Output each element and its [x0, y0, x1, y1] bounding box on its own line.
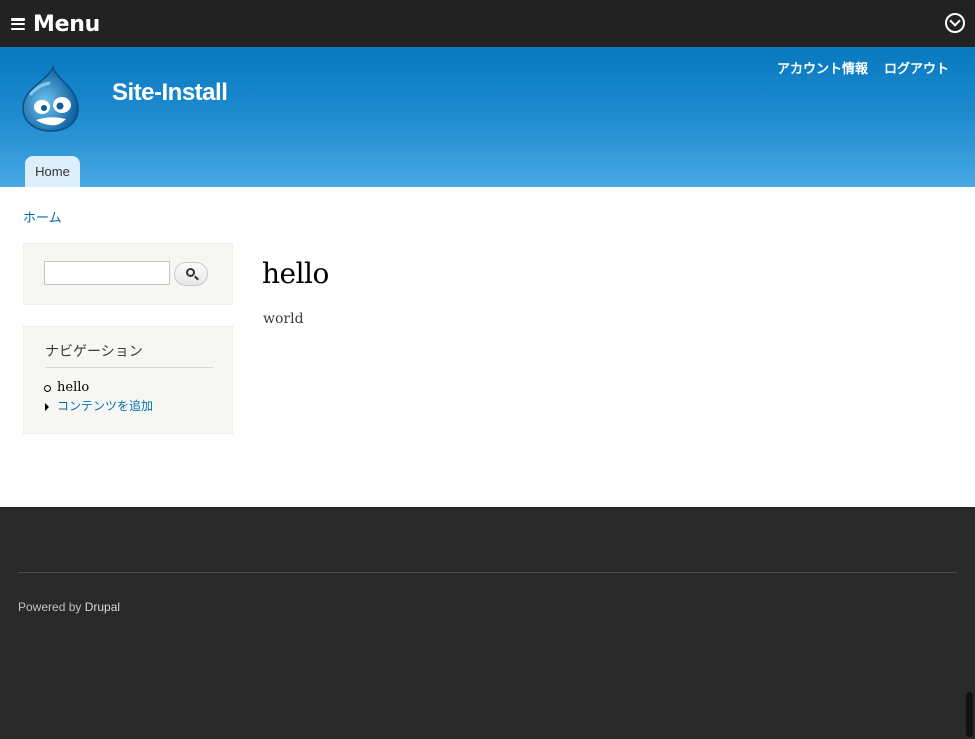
- secondary-menu: アカウント情報 ログアウト: [777, 58, 949, 77]
- navigation-list: hello コンテンツを追加: [44, 378, 153, 416]
- scrollbar-thumb[interactable]: [966, 692, 973, 737]
- nav-item-hello[interactable]: hello: [44, 378, 153, 397]
- site-header: Site-Install アカウント情報 ログアウト Home: [0, 47, 975, 187]
- site-name[interactable]: Site-Install: [112, 79, 228, 107]
- nav-item-add-content: コンテンツを追加: [44, 397, 153, 416]
- search-icon: [186, 268, 195, 277]
- drupal-logo-icon[interactable]: [20, 65, 82, 133]
- page-title: hello: [262, 257, 329, 290]
- search-button[interactable]: [174, 262, 208, 286]
- footer-divider: [18, 572, 957, 573]
- menu-button[interactable]: Menu: [11, 9, 100, 39]
- main-content-area: ホーム ナビゲーション hello コンテンツを追加 hello world: [0, 187, 975, 507]
- navigation-block: ナビゲーション hello コンテンツを追加: [23, 326, 233, 434]
- menu-label: Menu: [33, 11, 100, 37]
- admin-toolbar: Menu: [0, 0, 975, 47]
- tab-home[interactable]: Home: [25, 156, 80, 187]
- main-menu: Home: [25, 156, 80, 187]
- navigation-title: ナビゲーション: [45, 341, 213, 368]
- node-body: world: [263, 311, 304, 327]
- search-block: [23, 243, 233, 305]
- search-input[interactable]: [44, 261, 170, 285]
- toolbar-toggle-icon[interactable]: [945, 13, 965, 33]
- site-footer: Powered by Drupal: [0, 507, 975, 739]
- powered-by: Powered by Drupal: [18, 600, 120, 614]
- breadcrumb-home-link[interactable]: ホーム: [23, 207, 62, 226]
- drupal-link[interactable]: Drupal: [85, 600, 120, 614]
- add-content-link[interactable]: コンテンツを追加: [57, 399, 153, 413]
- logout-link[interactable]: ログアウト: [884, 58, 949, 77]
- account-info-link[interactable]: アカウント情報: [777, 58, 868, 77]
- powered-by-text: Powered by: [18, 600, 82, 614]
- hamburger-icon: [11, 18, 25, 30]
